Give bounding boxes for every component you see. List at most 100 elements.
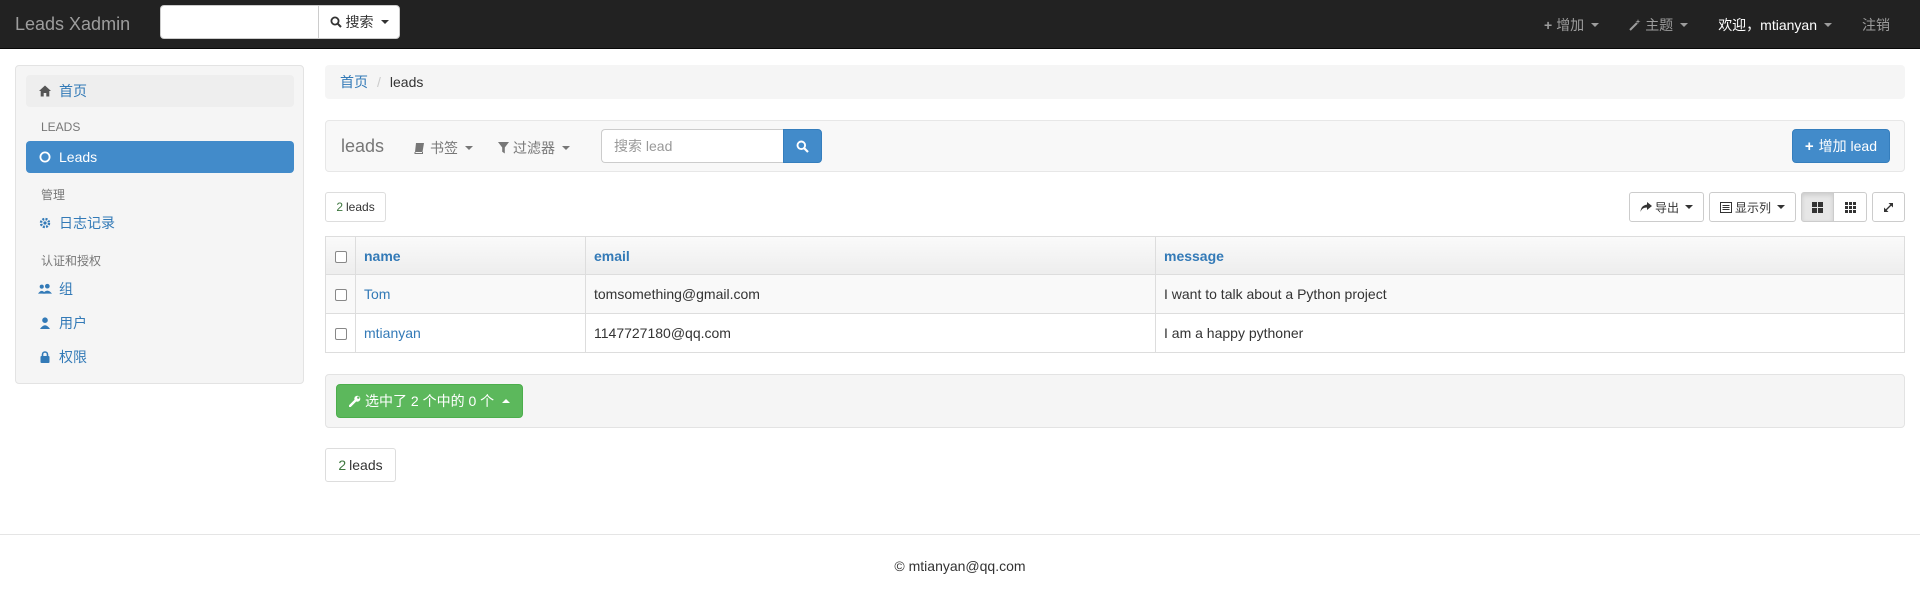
sidebar-item-label: 用户 bbox=[59, 315, 87, 331]
fullscreen-button[interactable] bbox=[1872, 192, 1905, 222]
breadcrumb-separator: / bbox=[377, 74, 381, 90]
sidebar: 首页 LEADS Leads 管理 日志记录 认证和授权 组 用户 权限 bbox=[15, 65, 304, 384]
bookmarks-dropdown[interactable]: 书签 bbox=[414, 138, 473, 158]
chevron-down-icon bbox=[380, 20, 389, 24]
bulk-actions-button[interactable]: 选中了 2 个中的 0 个 bbox=[336, 384, 524, 418]
circle-icon bbox=[39, 151, 51, 163]
table-header-row: name email message bbox=[325, 236, 1905, 275]
magic-wand-icon bbox=[1629, 18, 1641, 31]
name-cell: mtianyan bbox=[355, 313, 586, 353]
page-title: leads bbox=[341, 136, 385, 156]
column-header-name[interactable]: name bbox=[355, 236, 586, 275]
message-cell: I want to talk about a Python project bbox=[1155, 274, 1905, 314]
user-icon bbox=[40, 317, 50, 329]
column-header-message[interactable]: message bbox=[1155, 236, 1905, 275]
brand-link[interactable]: Leads Xadmin bbox=[15, 14, 130, 35]
email-cell: 1147727180@qq.com bbox=[585, 313, 1156, 353]
logout-link[interactable]: 注销 bbox=[1847, 15, 1920, 35]
group-icon bbox=[38, 283, 52, 294]
breadcrumb: 首页 / leads bbox=[325, 65, 1905, 99]
footer-text: © mtianyan@qq.com bbox=[894, 558, 1026, 574]
result-count-label: leads bbox=[346, 200, 375, 214]
row-select-cell bbox=[325, 274, 356, 314]
breadcrumb-home-link[interactable]: 首页 bbox=[340, 72, 368, 92]
search-icon bbox=[796, 140, 809, 153]
lock-icon bbox=[40, 351, 50, 363]
theme-menu[interactable]: 主题 bbox=[1614, 15, 1703, 35]
sidebar-item-label: 首页 bbox=[59, 83, 87, 99]
sidebar-item-home[interactable]: 首页 bbox=[26, 75, 294, 107]
breadcrumb-current: leads bbox=[389, 74, 424, 90]
export-button[interactable]: 导出 bbox=[1628, 192, 1704, 222]
view-toggle-group bbox=[1801, 192, 1867, 222]
result-count: 2 leads bbox=[325, 192, 386, 222]
sidebar-item-permission[interactable]: 权限 bbox=[26, 341, 294, 373]
chevron-down-icon bbox=[465, 146, 473, 150]
search-icon bbox=[330, 16, 342, 28]
list-search-input[interactable] bbox=[601, 129, 783, 163]
table-row: mtianyan 1147727180@qq.com I am a happy … bbox=[325, 313, 1905, 353]
bulk-action-panel: 选中了 2 个中的 0 个 bbox=[325, 374, 1905, 428]
footer: © mtianyan@qq.com bbox=[0, 534, 1920, 606]
result-count-number: 2 bbox=[338, 457, 347, 473]
nav-search-input[interactable] bbox=[160, 5, 318, 39]
book-icon bbox=[414, 143, 424, 154]
table-row: Tom tomsomething@gmail.com I want to tal… bbox=[325, 274, 1905, 314]
select-all-checkbox[interactable] bbox=[334, 250, 347, 263]
home-icon bbox=[39, 85, 51, 97]
sidebar-item-leads[interactable]: Leads bbox=[26, 141, 294, 173]
email-cell: tomsomething@gmail.com bbox=[585, 274, 1156, 314]
lead-name-link[interactable]: mtianyan bbox=[364, 325, 421, 341]
chevron-up-icon bbox=[502, 399, 511, 403]
list-search-form bbox=[601, 129, 822, 163]
chevron-down-icon bbox=[1777, 205, 1785, 209]
chevron-down-icon bbox=[1680, 22, 1689, 27]
nav-search-button[interactable]: 搜索 bbox=[318, 5, 400, 39]
row-checkbox[interactable] bbox=[334, 289, 347, 302]
add-menu[interactable]: + 增加 bbox=[1529, 15, 1614, 35]
sidebar-item-log[interactable]: 日志记录 bbox=[26, 207, 294, 239]
grid-view-button[interactable] bbox=[1834, 192, 1867, 222]
user-menu[interactable]: 欢迎，mtianyan bbox=[1703, 15, 1847, 35]
sidebar-section-auth: 认证和授权 bbox=[41, 254, 102, 268]
theme-menu-label: 主题 bbox=[1645, 16, 1674, 33]
result-count-bottom: 2 leads bbox=[325, 448, 396, 482]
chevron-down-icon bbox=[1824, 22, 1832, 27]
column-header-email[interactable]: email bbox=[585, 236, 1156, 275]
list-alt-icon bbox=[1719, 201, 1732, 213]
columns-label: 显示列 bbox=[1734, 200, 1771, 215]
list-search-button[interactable] bbox=[783, 129, 822, 163]
table-view-button[interactable] bbox=[1801, 192, 1834, 222]
filter-icon bbox=[498, 142, 509, 154]
sidebar-section-admin: 管理 bbox=[41, 188, 66, 202]
th-large-icon bbox=[1812, 201, 1823, 213]
result-count-number: 2 bbox=[336, 200, 343, 214]
sidebar-item-label: 权限 bbox=[59, 349, 87, 365]
sidebar-item-label: 组 bbox=[59, 281, 73, 297]
sidebar-item-user[interactable]: 用户 bbox=[26, 307, 294, 339]
lead-name-link[interactable]: Tom bbox=[364, 286, 390, 302]
name-cell: Tom bbox=[355, 274, 586, 314]
add-lead-button[interactable]: + 增加 lead bbox=[1791, 129, 1890, 163]
leads-table: name email message Tom tomsomething@gmai… bbox=[325, 236, 1905, 353]
export-label: 导出 bbox=[1654, 200, 1679, 215]
sidebar-item-group[interactable]: 组 bbox=[26, 273, 294, 305]
gear-icon bbox=[39, 217, 51, 229]
row-select-cell bbox=[325, 313, 356, 353]
add-menu-label: 增加 bbox=[1556, 16, 1585, 33]
columns-button[interactable]: 显示列 bbox=[1708, 192, 1796, 222]
nav-right-menu: + 增加 主题 欢迎，mtianyan 注销 bbox=[1529, 0, 1920, 49]
filters-label: 过滤器 bbox=[513, 140, 555, 156]
select-all-cell bbox=[325, 236, 356, 275]
sidebar-item-label: 日志记录 bbox=[59, 215, 115, 231]
sidebar-item-label: Leads bbox=[59, 149, 98, 165]
th-icon bbox=[1844, 201, 1856, 213]
bulk-actions-label: 选中了 2 个中的 0 个 bbox=[365, 393, 495, 409]
chevron-down-icon bbox=[1684, 205, 1693, 209]
add-lead-label: 增加 lead bbox=[1818, 138, 1877, 154]
filters-dropdown[interactable]: 过滤器 bbox=[498, 138, 570, 158]
list-toolbar: leads 书签 过滤器 + 增加 lead bbox=[325, 120, 1905, 172]
welcome-label: 欢迎，mtianyan bbox=[1718, 16, 1817, 33]
row-checkbox[interactable] bbox=[334, 328, 347, 341]
message-cell: I am a happy pythoner bbox=[1155, 313, 1905, 353]
